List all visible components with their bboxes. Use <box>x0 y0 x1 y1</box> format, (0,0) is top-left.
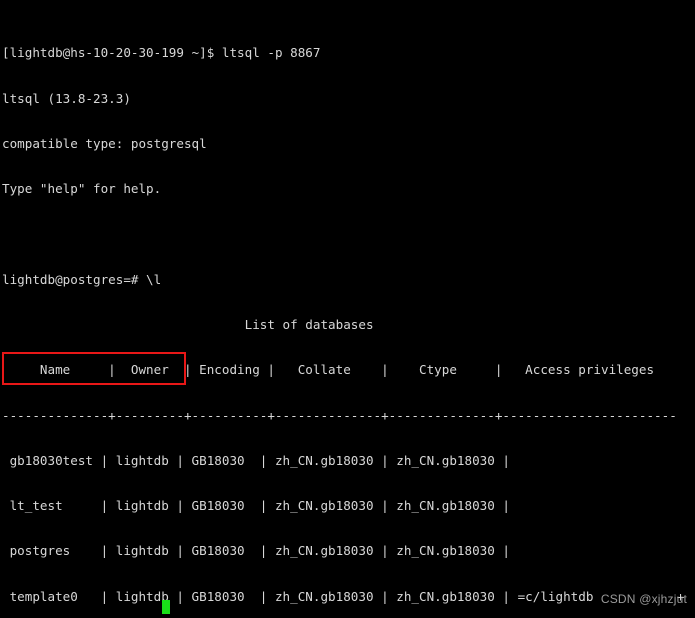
help-hint-line: Type "help" for help. <box>2 181 162 197</box>
terminal-screen: [lightdb@hs-10-20-30-199 ~]$ ltsql -p 88… <box>2 0 695 618</box>
table-row: lt_test | lightdb | GB18030 | zh_CN.gb18… <box>2 498 510 514</box>
ltsql-version-line: ltsql (13.8-23.3) <box>2 90 131 106</box>
compatible-type-line: compatible type: postgresql <box>2 135 207 151</box>
table-row: gb18030test | lightdb | GB18030 | zh_CN.… <box>2 452 510 468</box>
list-databases-command: lightdb@postgres=# \l <box>2 271 162 287</box>
list-databases-separator: --------------+---------+----------+----… <box>2 407 677 423</box>
csdn-watermark: CSDN @xjhzjut <box>600 592 687 606</box>
terminal-cursor <box>162 600 170 614</box>
table-row: postgres | lightdb | GB18030 | zh_CN.gb1… <box>2 543 510 559</box>
list-databases-title: List of databases <box>2 316 374 332</box>
terminal-window[interactable]: [lightdb@hs-10-20-30-199 ~]$ ltsql -p 88… <box>0 0 695 618</box>
table-row: template0 | lightdb | GB18030 | zh_CN.gb… <box>2 588 685 604</box>
shell-prompt-line: [lightdb@hs-10-20-30-199 ~]$ ltsql -p 88… <box>2 45 321 61</box>
list-databases-header: Name | Owner | Encoding | Collate | Ctyp… <box>2 362 655 378</box>
